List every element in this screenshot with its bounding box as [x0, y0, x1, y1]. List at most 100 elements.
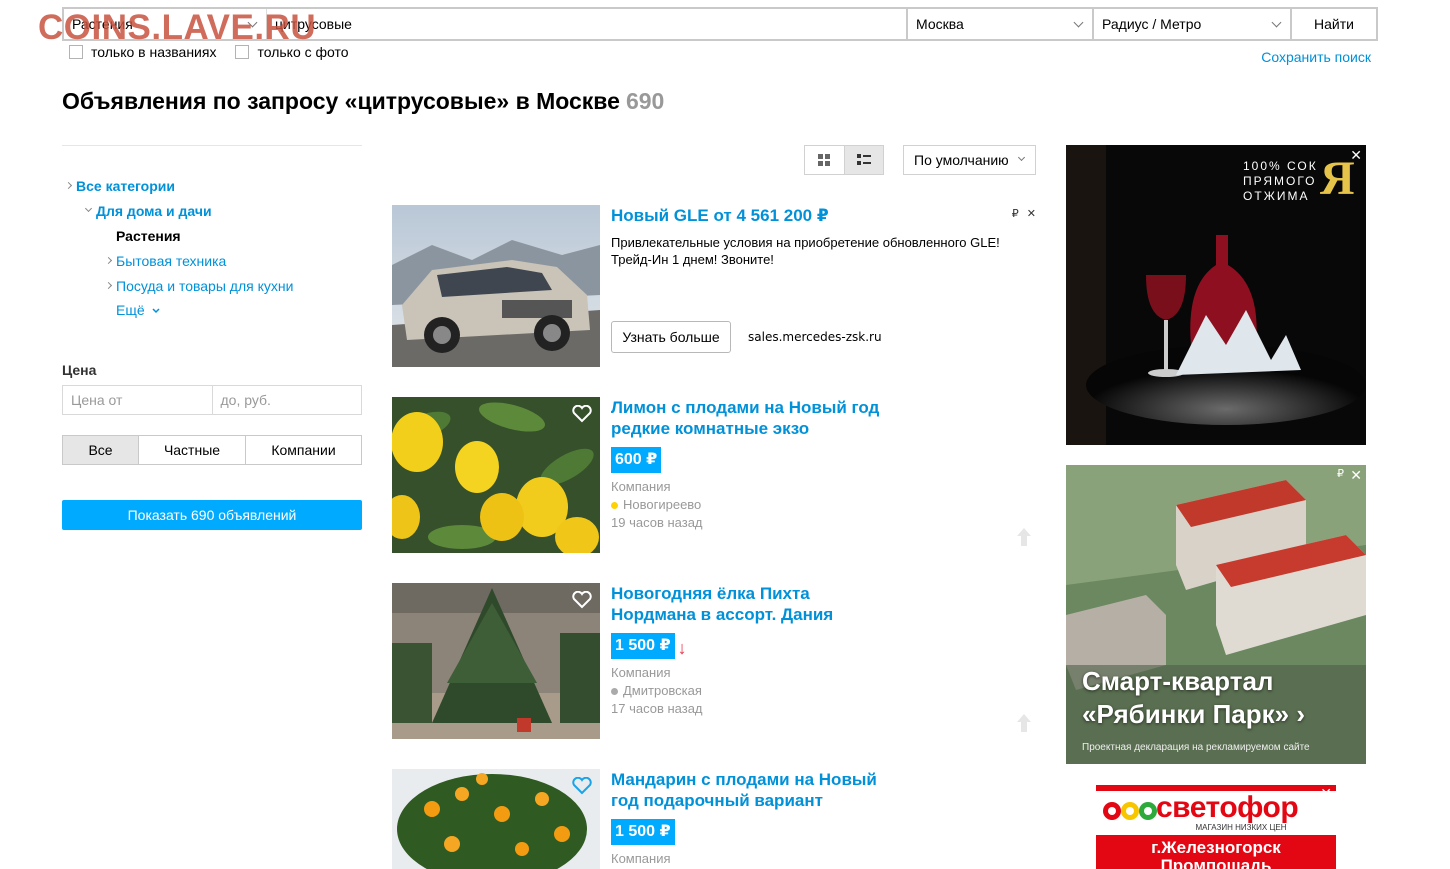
listing-location: Новогиреево	[611, 496, 891, 514]
listing-metro: Дмитровская	[623, 683, 702, 698]
juice-line2: ПРЯМОГО	[1243, 174, 1317, 188]
view-toggle	[804, 145, 884, 175]
chevron-down-icon	[1271, 17, 1282, 28]
promote-arrow-icon[interactable]	[1016, 713, 1032, 733]
svetofor-brand: светофор	[1156, 791, 1299, 824]
ad-controls: ₽ ✕	[1012, 207, 1036, 220]
lemon-tree-image	[392, 397, 600, 553]
juice-banner[interactable]: 100% СОК ПРЯМОГО ОТЖИМА Я ✕	[1066, 145, 1366, 445]
heart-icon[interactable]	[572, 777, 592, 795]
chevron-down-icon	[84, 204, 93, 213]
metro-dot-icon	[611, 502, 618, 509]
price-filter-label: Цена	[62, 362, 97, 378]
chevron-right-icon	[104, 256, 113, 265]
close-icon[interactable]: ✕	[1320, 785, 1332, 802]
svetofor-banner[interactable]: светофор МАГАЗИН НИЗКИХ ЦЕН г.Железногор…	[1096, 785, 1336, 869]
seller-all-tab[interactable]: Все	[63, 436, 138, 464]
svetofor-street: Промпошадь	[1160, 856, 1272, 869]
ad-domain[interactable]: sales.mercedes-zsk.ru	[748, 330, 882, 344]
chevron-down-icon	[1073, 17, 1084, 28]
listing-item[interactable]: Новогодняя ёлка Пихта Нордмана в ассорт.…	[392, 583, 1036, 739]
listing-title[interactable]: Мандарин с плодами на Новый год подарочн…	[611, 769, 891, 811]
listing-time: 17 часов назад	[611, 701, 703, 716]
search-button-label: Найти	[1314, 16, 1354, 32]
listing-price: 600 ₽	[611, 447, 662, 473]
learn-more-button[interactable]: Узнать больше	[611, 321, 731, 353]
listing-location: Дмитровская	[611, 682, 891, 700]
grid-view-button[interactable]	[805, 146, 844, 174]
show-results-button[interactable]: Показать 690 объявлений	[62, 500, 362, 530]
chevron-right-icon	[64, 181, 73, 190]
close-icon[interactable]: ✕	[1350, 147, 1362, 164]
sponsored-listing[interactable]: Новый GLE от 4 561 200 ₽ Привлекательные…	[392, 205, 1036, 367]
seller-company-tab[interactable]: Компании	[245, 436, 361, 464]
car-image	[392, 205, 600, 367]
chevron-down-icon	[152, 308, 160, 314]
page-title-text: Объявления по запросу «цитрусовые» в Мос…	[62, 88, 620, 114]
price-from-input[interactable]: Цена от	[63, 386, 212, 414]
category-home[interactable]: Для дома и дачи	[84, 203, 212, 219]
listing-price-row: 1 500 ₽ ↓	[611, 625, 891, 659]
watermark: COINS.LAVE.RU	[38, 8, 317, 47]
ad-badge: ₽	[1011, 208, 1019, 220]
radius-select[interactable]: Радиус / Метро	[1092, 9, 1290, 39]
juice-line3: ОТЖИМА	[1243, 189, 1310, 203]
list-view-button[interactable]	[843, 146, 883, 174]
listing-seller: Компания	[611, 851, 671, 866]
radius-select-value: Радиус / Метро	[1102, 16, 1202, 32]
estate-banner[interactable]: Смарт-квартал «Рябинки Парк» › Проектная…	[1066, 465, 1366, 764]
heart-icon[interactable]	[572, 405, 592, 423]
ad-image[interactable]	[392, 205, 600, 367]
seller-type-toggle: Все Частные Компании	[62, 435, 362, 465]
category-appliances-label: Бытовая техника	[116, 253, 227, 269]
close-icon[interactable]: ✕	[1027, 207, 1036, 220]
sidebar: Все категории Для дома и дачи Растения Б…	[62, 145, 362, 318]
listing-seller: Компания	[611, 479, 671, 494]
listing-image[interactable]	[392, 583, 600, 739]
seller-private-tab[interactable]: Частные	[138, 436, 245, 464]
price-filter: Цена от до, руб.	[62, 385, 362, 415]
ad-badge: ₽	[1337, 468, 1344, 480]
listing-info: Новогодняя ёлка Пихта Нордмана в ассорт.…	[611, 583, 891, 718]
heart-icon[interactable]	[572, 591, 592, 609]
traffic-light-icon	[1103, 802, 1157, 820]
estate-title: Смарт-квартал «Рябинки Парк» ›	[1082, 666, 1305, 729]
ad-title[interactable]: Новый GLE от 4 561 200 ₽	[611, 205, 1036, 226]
listing-image[interactable]	[392, 769, 600, 869]
sort-select[interactable]: По умолчанию	[903, 145, 1036, 175]
juice-tagline: 100% СОК ПРЯМОГО ОТЖИМА	[1243, 159, 1318, 204]
city-select[interactable]: Москва	[906, 9, 1092, 39]
listing-price: 1 500 ₽	[611, 819, 675, 845]
promote-arrow-icon[interactable]	[1016, 527, 1032, 547]
category-more-label: Ещё	[116, 302, 145, 318]
price-to-input[interactable]: до, руб.	[211, 386, 362, 414]
category-appliances[interactable]: Бытовая техника	[104, 253, 227, 269]
ad-text: Привлекательные условия на приобретение …	[611, 235, 1000, 267]
listing-image[interactable]	[392, 397, 600, 553]
search-input[interactable]: цитрусовые	[266, 9, 906, 39]
category-home-label: Для дома и дачи	[96, 203, 212, 219]
save-search-link[interactable]: Сохранить поиск	[1261, 49, 1371, 65]
search-button[interactable]: Найти	[1290, 9, 1376, 39]
close-icon[interactable]: ✕	[1350, 467, 1362, 484]
listing-title[interactable]: Новогодняя ёлка Пихта Нордмана в ассорт.…	[611, 583, 891, 625]
listing-info: Мандарин с плодами на Новый год подарочн…	[611, 769, 891, 868]
listing-item[interactable]: Лимон с плодами на Новый год редкие комн…	[392, 397, 1036, 553]
city-select-value: Москва	[916, 16, 964, 32]
svetofor-city: г.Железногорск	[1151, 838, 1281, 857]
list-icon	[856, 154, 871, 165]
listing-metro: Новогиреево	[623, 497, 702, 512]
metro-dot-icon	[611, 688, 618, 695]
results-count: 690	[625, 88, 665, 114]
christmas-tree-image	[392, 583, 600, 739]
category-all[interactable]: Все категории	[64, 178, 175, 194]
category-plants-label: Растения	[116, 228, 181, 244]
category-all-label: Все категории	[76, 178, 175, 194]
category-more[interactable]: Ещё	[116, 302, 161, 318]
listing-item[interactable]: Мандарин с плодами на Новый год подарочн…	[392, 769, 1036, 869]
listing-title[interactable]: Лимон с плодами на Новый год редкие комн…	[611, 397, 891, 439]
category-kitchen[interactable]: Посуда и товары для кухни	[104, 278, 293, 294]
listing-time: 19 часов назад	[611, 515, 703, 530]
listing-info: Лимон с плодами на Новый год редкие комн…	[611, 397, 891, 532]
category-plants: Растения	[116, 228, 181, 244]
